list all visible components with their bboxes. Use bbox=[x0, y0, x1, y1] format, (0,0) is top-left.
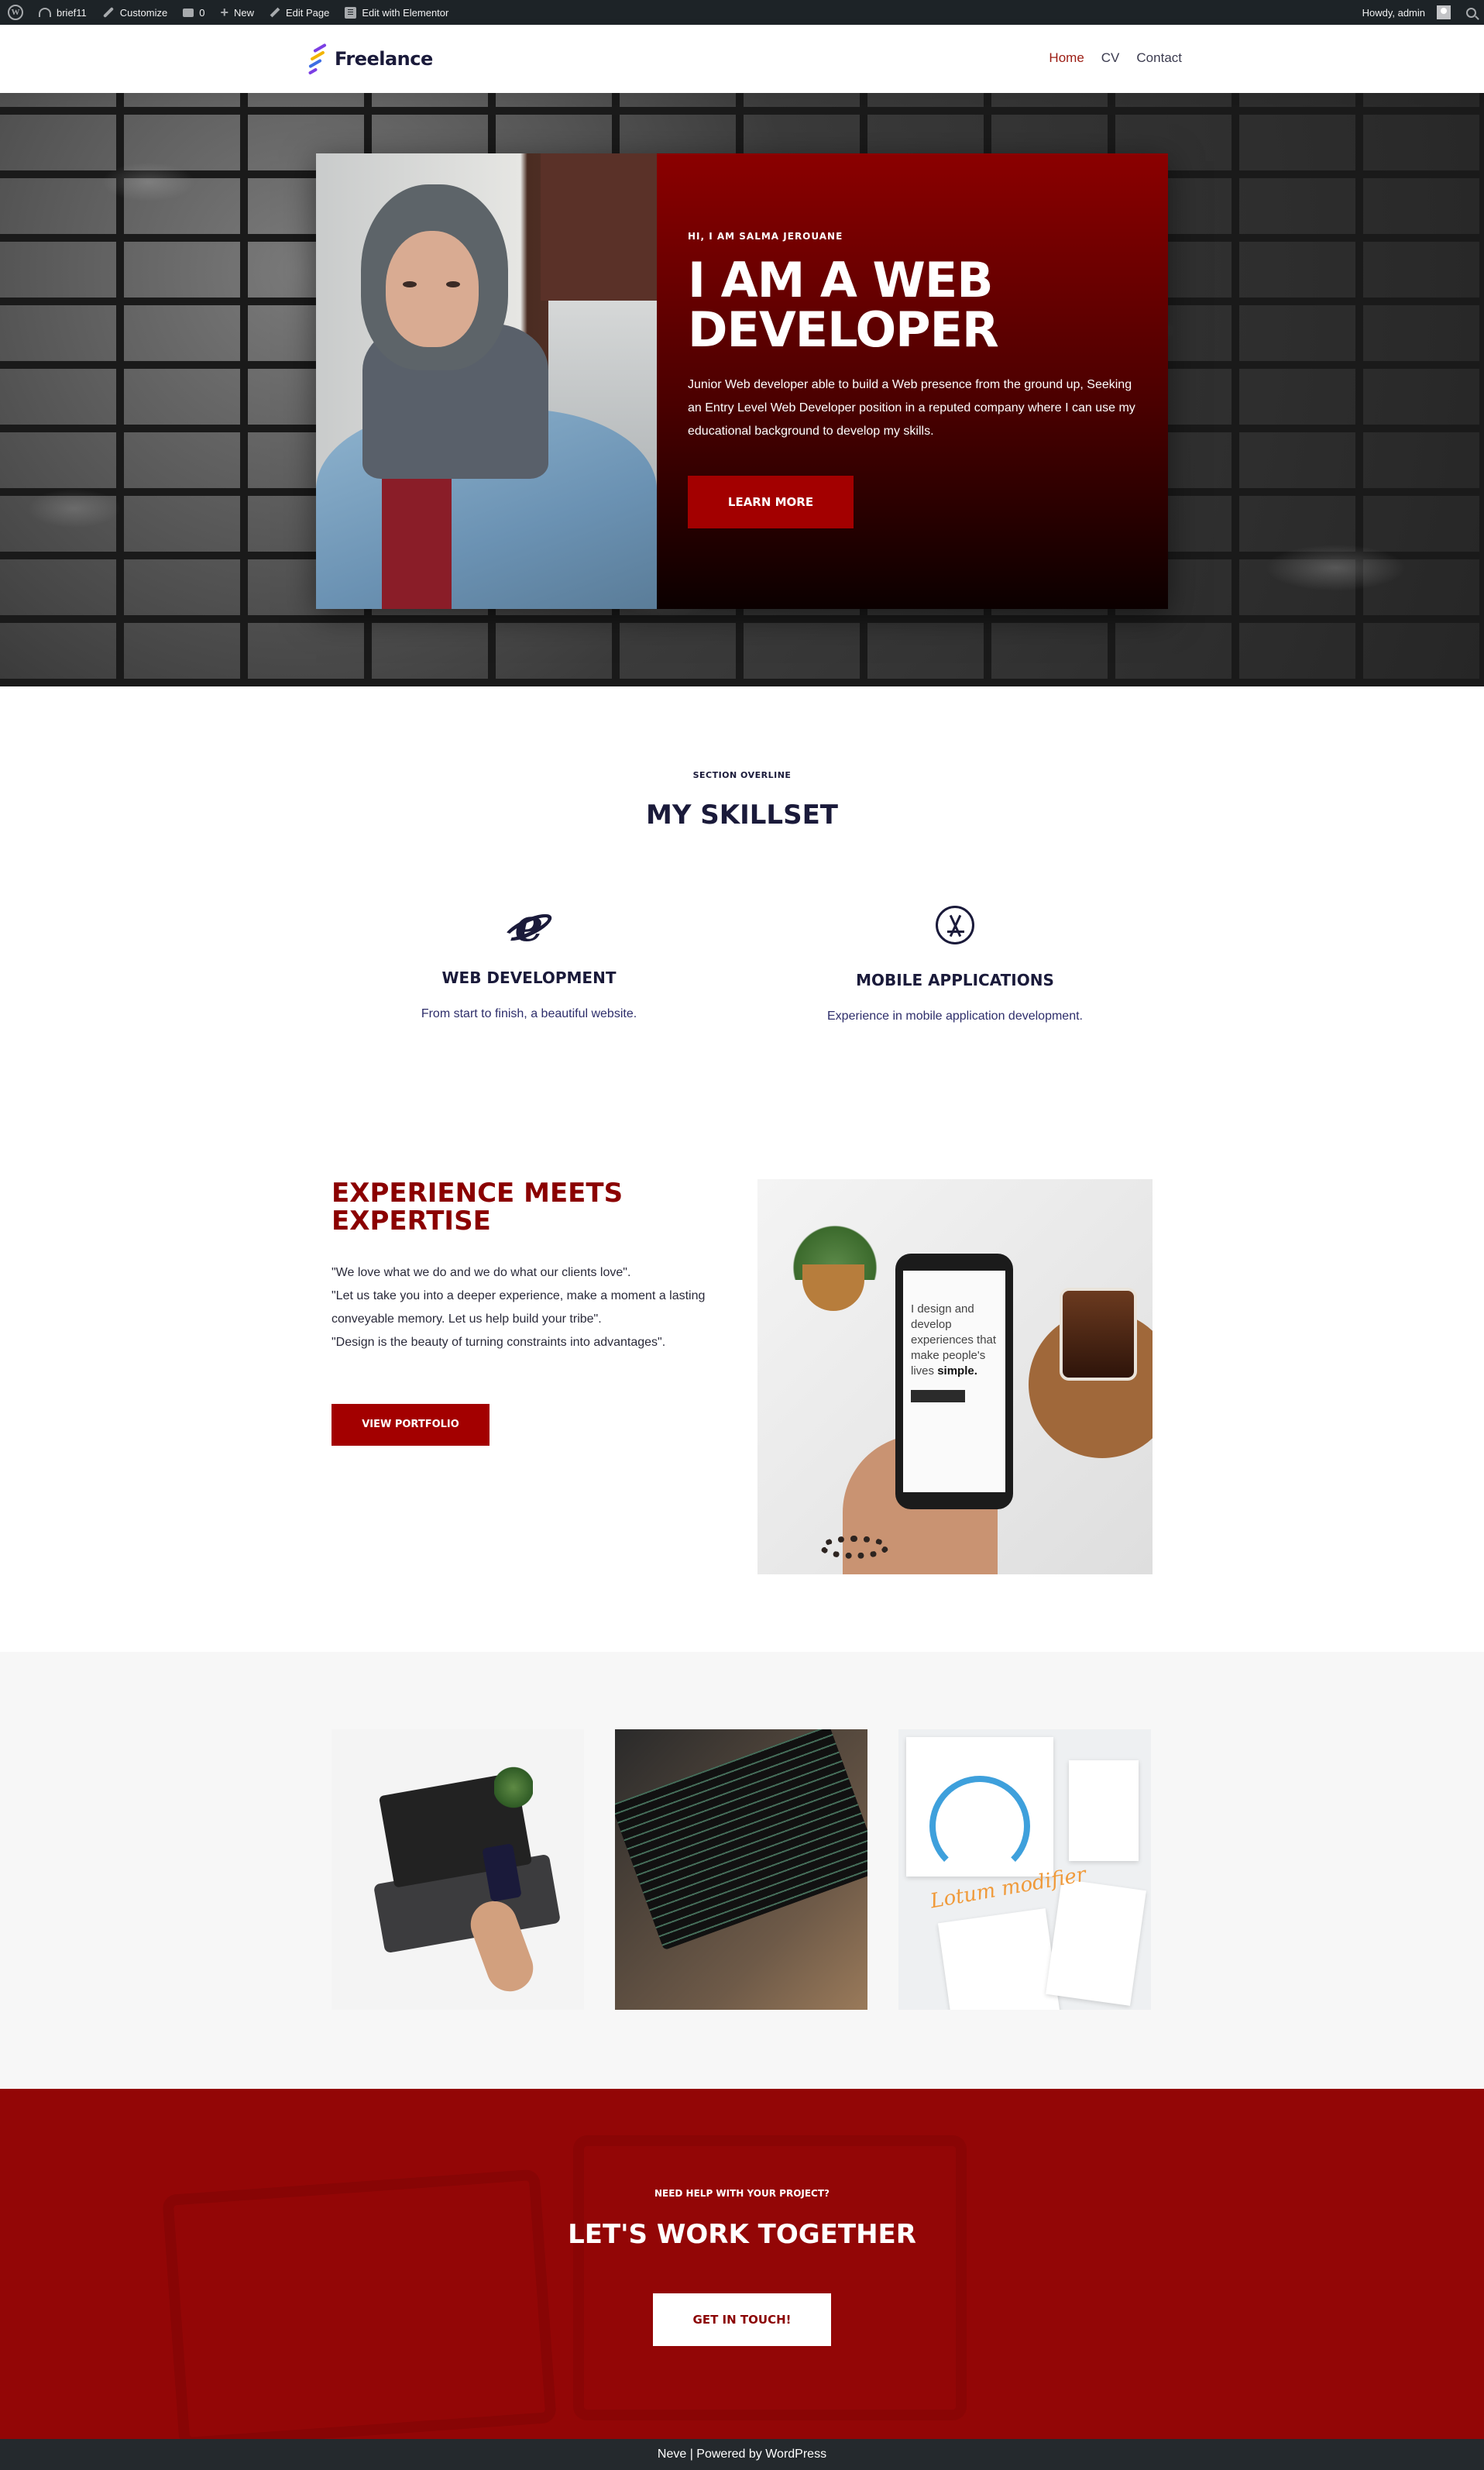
main-nav: Home CV Contact bbox=[1049, 50, 1182, 66]
avatar bbox=[1437, 5, 1451, 19]
nav-item-contact[interactable]: Contact bbox=[1136, 50, 1182, 66]
admin-bar: W brief11 Customize 0 + New Edit Page Ed… bbox=[0, 0, 1484, 25]
comments-count: 0 bbox=[199, 6, 205, 19]
admin-search-button[interactable] bbox=[1458, 0, 1484, 25]
experience-title: EXPERIENCE MEETS EXPERTISE bbox=[331, 1178, 623, 1237]
get-in-touch-button[interactable]: GET IN TOUCH! bbox=[653, 2293, 831, 2346]
quote-2: "Let us take you into a deeper experienc… bbox=[331, 1289, 706, 1326]
gallery-image-laptop-phone bbox=[331, 1729, 584, 2010]
view-portfolio-button[interactable]: VIEW PORTFOLIO bbox=[331, 1404, 490, 1446]
skillset-title: MY SKILLSET bbox=[645, 800, 838, 831]
phone-illustration: I design and develop experiences that ma… bbox=[895, 1254, 1013, 1509]
site-name-label: brief11 bbox=[57, 6, 87, 19]
skill-mobile-applications: MOBILE APPLICATIONS Experience in mobile… bbox=[754, 903, 1156, 1023]
footer-credit[interactable]: Neve | Powered by WordPress bbox=[658, 2448, 826, 2461]
skill-web-development: e WEB DEVELOPMENT From start to finish, … bbox=[328, 903, 730, 1021]
comment-bubble-icon bbox=[183, 8, 194, 17]
quote-1: "We love what we do and we do what our c… bbox=[331, 1266, 631, 1279]
cta-title: LET'S WORK TOGETHER bbox=[568, 2219, 916, 2250]
site-footer: Neve | Powered by WordPress bbox=[0, 2439, 1484, 2470]
skill-text: Experience in mobile application develop… bbox=[827, 1010, 1083, 1023]
hero-text: Junior Web developer able to build a Web… bbox=[688, 378, 1135, 438]
brush-icon bbox=[102, 6, 114, 19]
new-content-link[interactable]: + New bbox=[212, 0, 262, 25]
hero-kicker: HI, I AM SALMA JEROUANE bbox=[688, 231, 843, 242]
pencil-icon bbox=[270, 7, 280, 18]
logo-mark-icon bbox=[307, 40, 330, 77]
experience-section: EXPERIENCE MEETS EXPERTISE "We love what… bbox=[0, 1128, 1484, 1652]
hero-title: I AM A WEB DEVELOPER bbox=[688, 252, 999, 358]
skillset-section: SECTION OVERLINE MY SKILLSET e WEB DEVEL… bbox=[0, 686, 1484, 1128]
edit-page-label: Edit Page bbox=[285, 6, 330, 19]
quote-3: "Design is the beauty of turning constra… bbox=[331, 1336, 666, 1349]
section-overline: SECTION OVERLINE bbox=[692, 770, 792, 780]
customize-label: Customize bbox=[119, 6, 168, 19]
experience-quotes: "We love what we do and we do what our c… bbox=[331, 1261, 719, 1354]
phone-screen-bold: simple. bbox=[937, 1364, 977, 1378]
wordpress-menu[interactable]: W bbox=[0, 0, 31, 25]
nav-item-cv[interactable]: CV bbox=[1101, 50, 1120, 66]
hero-panel: HI, I AM SALMA JEROUANE I AM A WEB DEVEL… bbox=[657, 153, 1168, 609]
account-menu[interactable]: Howdy, admin bbox=[1355, 0, 1458, 25]
hero-card: HI, I AM SALMA JEROUANE I AM A WEB DEVEL… bbox=[316, 153, 1168, 609]
site-logo[interactable]: Freelance bbox=[307, 40, 433, 77]
site-header: Freelance Home CV Contact bbox=[0, 25, 1484, 93]
elementor-icon bbox=[345, 6, 357, 19]
plus-icon: + bbox=[220, 5, 228, 20]
search-icon bbox=[1466, 7, 1476, 18]
profile-photo bbox=[316, 153, 657, 609]
hero-section: HI, I AM SALMA JEROUANE I AM A WEB DEVEL… bbox=[0, 93, 1484, 686]
customize-link[interactable]: Customize bbox=[94, 0, 175, 25]
edit-elementor-link[interactable]: Edit with Elementor bbox=[337, 0, 456, 25]
gallery-image-code-laptop bbox=[615, 1729, 867, 2010]
dashboard-icon bbox=[39, 8, 51, 17]
logo-text: Freelance bbox=[335, 48, 433, 70]
skill-title: MOBILE APPLICATIONS bbox=[856, 971, 1054, 989]
wordpress-logo-icon: W bbox=[8, 5, 23, 20]
edit-page-link[interactable]: Edit Page bbox=[262, 0, 337, 25]
edit-elementor-label: Edit with Elementor bbox=[362, 6, 449, 19]
comments-link[interactable]: 0 bbox=[175, 0, 212, 25]
app-store-icon bbox=[933, 906, 977, 949]
learn-more-button[interactable]: LEARN MORE bbox=[688, 476, 854, 528]
gallery-section: Lotum modifier bbox=[0, 1652, 1484, 2089]
internet-explorer-icon: e bbox=[501, 903, 555, 948]
new-label: New bbox=[233, 6, 254, 19]
phone-mockup-image: I design and develop experiences that ma… bbox=[757, 1179, 1153, 1574]
skill-title: WEB DEVELOPMENT bbox=[441, 968, 617, 987]
cta-overline: NEED HELP WITH YOUR PROJECT? bbox=[654, 2188, 830, 2199]
nav-item-home[interactable]: Home bbox=[1049, 50, 1084, 66]
skill-text: From start to finish, a beautiful websit… bbox=[421, 1007, 637, 1020]
site-name-link[interactable]: brief11 bbox=[31, 0, 94, 25]
gallery-image-design-sketches: Lotum modifier bbox=[898, 1729, 1151, 2010]
cta-section: NEED HELP WITH YOUR PROJECT? LET'S WORK … bbox=[0, 2089, 1484, 2439]
howdy-label: Howdy, admin bbox=[1362, 6, 1425, 19]
